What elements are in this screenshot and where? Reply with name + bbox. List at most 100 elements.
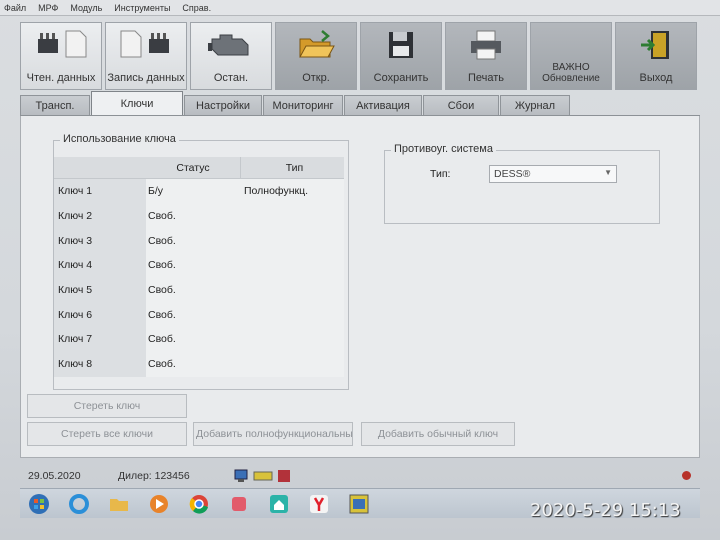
immobilizer-type-select[interactable]: DESS® ▼ — [489, 165, 617, 183]
keys-panel: Использование ключа Статус Тип Ключ 1 Б/… — [20, 116, 700, 458]
column-header-type: Тип — [240, 157, 344, 178]
key-name: Ключ 4 — [54, 253, 146, 278]
key-type — [240, 253, 344, 278]
table-row[interactable]: Ключ 3 Своб. — [54, 228, 344, 254]
immobilizer-title: Противоуг. система — [391, 143, 496, 155]
photo-timestamp: 2020-5-29 15:13 — [530, 500, 681, 521]
windows-start-icon[interactable] — [26, 491, 52, 517]
key-status: Своб. — [146, 327, 240, 352]
key-name: Ключ 2 — [54, 203, 146, 229]
save-label: Сохранить — [373, 72, 429, 84]
folder-icon[interactable] — [106, 491, 132, 517]
table-row[interactable]: Ключ 4 Своб. — [54, 253, 344, 278]
exit-button[interactable]: Выход — [615, 22, 697, 90]
erase-all-keys-button[interactable]: Стереть все ключи — [27, 422, 187, 446]
print-label: Печать — [467, 72, 505, 84]
menu-mrf[interactable]: МРФ — [38, 3, 58, 13]
update-button[interactable]: ВАЖНО Обновление — [530, 22, 612, 90]
keys-table-header: Статус Тип — [54, 157, 344, 179]
tab-settings[interactable]: Настройки — [184, 95, 262, 115]
write-data-button[interactable]: Запись данных — [105, 22, 187, 90]
tab-keys[interactable]: Ключи — [91, 91, 183, 115]
tab-activation[interactable]: Активация — [344, 95, 422, 115]
print-button[interactable]: Печать — [445, 22, 527, 90]
menu-module[interactable]: Модуль — [70, 3, 102, 13]
read-data-label: Чтен. данных — [26, 72, 96, 84]
key-name: Ключ 8 — [54, 351, 146, 377]
read-data-icon — [34, 29, 88, 62]
stop-label: Остан. — [213, 72, 249, 84]
write-data-icon — [119, 29, 173, 62]
yandex-icon[interactable] — [306, 491, 332, 517]
printer-icon — [468, 29, 504, 64]
key-usage-group: Использование ключа Статус Тип Ключ 1 Б/… — [53, 133, 349, 390]
table-row[interactable]: Ключ 7 Своб. — [54, 327, 344, 352]
key-type — [240, 277, 344, 303]
tab-monitoring[interactable]: Мониторинг — [263, 95, 343, 115]
menu-tools[interactable]: Инструменты — [114, 3, 170, 13]
immobilizer-group: Противоуг. система Тип: DESS® ▼ — [384, 143, 660, 224]
read-data-button[interactable]: Чтен. данных — [20, 22, 102, 90]
menu-help[interactable]: Справ. — [182, 3, 211, 13]
floppy-disk-icon — [386, 29, 416, 64]
connection-status-icon — [234, 469, 290, 482]
open-button[interactable]: Откр. — [275, 22, 357, 90]
stop-button[interactable]: Остан. — [190, 22, 272, 90]
key-type — [240, 302, 344, 328]
app-window: Файл МРФ Модуль Инструменты Справ. Чтен.… — [0, 0, 720, 540]
table-row[interactable]: Ключ 8 Своб. — [54, 351, 344, 377]
key-type — [240, 327, 344, 352]
column-header-status: Статус — [176, 161, 210, 174]
chevron-down-icon: ▼ — [604, 168, 612, 177]
key-status: Своб. — [146, 203, 240, 229]
key-name: Ключ 7 — [54, 327, 146, 352]
exit-door-icon — [639, 29, 673, 66]
tab-bar: Трансп. Ключи Настройки Мониторинг Актив… — [20, 91, 700, 116]
table-row[interactable]: Ключ 2 Своб. — [54, 203, 344, 229]
key-name: Ключ 1 — [54, 179, 146, 204]
menu-file[interactable]: Файл — [4, 3, 26, 13]
key-status: Своб. — [146, 351, 240, 377]
ie-icon[interactable] — [66, 491, 92, 517]
key-status: Своб. — [146, 228, 240, 254]
key-status: Б/у — [146, 179, 240, 204]
table-row[interactable]: Ключ 6 Своб. — [54, 302, 344, 328]
engine-icon — [206, 29, 256, 64]
save-button[interactable]: Сохранить — [360, 22, 442, 90]
tab-faults[interactable]: Сбои — [423, 95, 499, 115]
write-data-label: Запись данных — [107, 72, 185, 84]
keys-table: Статус Тип Ключ 1 Б/у Полнофункц. Ключ 2… — [54, 157, 344, 377]
app-icon[interactable] — [226, 491, 252, 517]
table-row[interactable]: Ключ 1 Б/у Полнофункц. — [54, 179, 344, 204]
key-name: Ключ 6 — [54, 302, 146, 328]
exit-label: Выход — [639, 72, 673, 84]
key-status: Своб. — [146, 253, 240, 278]
key-type — [240, 351, 344, 377]
tab-log[interactable]: Журнал — [500, 95, 570, 115]
immobilizer-type-label: Тип: — [430, 168, 451, 180]
erase-key-button[interactable]: Стереть ключ — [27, 394, 187, 418]
table-row[interactable]: Ключ 5 Своб. — [54, 277, 344, 303]
home-icon[interactable] — [266, 491, 292, 517]
update-label: ВАЖНО — [552, 62, 590, 73]
chrome-icon[interactable] — [186, 491, 212, 517]
toolbar: Чтен. данных Запись данных Остан. Откр. … — [20, 22, 700, 90]
buds-app-icon[interactable] — [346, 491, 372, 517]
add-regular-key-button[interactable]: Добавить обычный ключ — [361, 422, 515, 446]
key-name: Ключ 3 — [54, 228, 146, 254]
immobilizer-type-value: DESS® — [494, 168, 531, 180]
key-type — [240, 203, 344, 229]
status-indicator — [682, 471, 691, 480]
open-label: Откр. — [302, 72, 330, 84]
column-header-name — [54, 157, 146, 178]
key-status: Своб. — [146, 302, 240, 328]
key-name: Ключ 5 — [54, 277, 146, 303]
tab-transport[interactable]: Трансп. — [20, 95, 90, 115]
key-type — [240, 228, 344, 254]
status-bar: 29.05.2020 Дилер: 123456 — [20, 466, 700, 486]
key-usage-title: Использование ключа — [60, 133, 179, 145]
media-player-icon[interactable] — [146, 491, 172, 517]
open-folder-icon — [296, 29, 336, 64]
key-status: Своб. — [146, 277, 240, 303]
add-full-key-button[interactable]: Добавить полнофункциональный к — [193, 422, 353, 446]
